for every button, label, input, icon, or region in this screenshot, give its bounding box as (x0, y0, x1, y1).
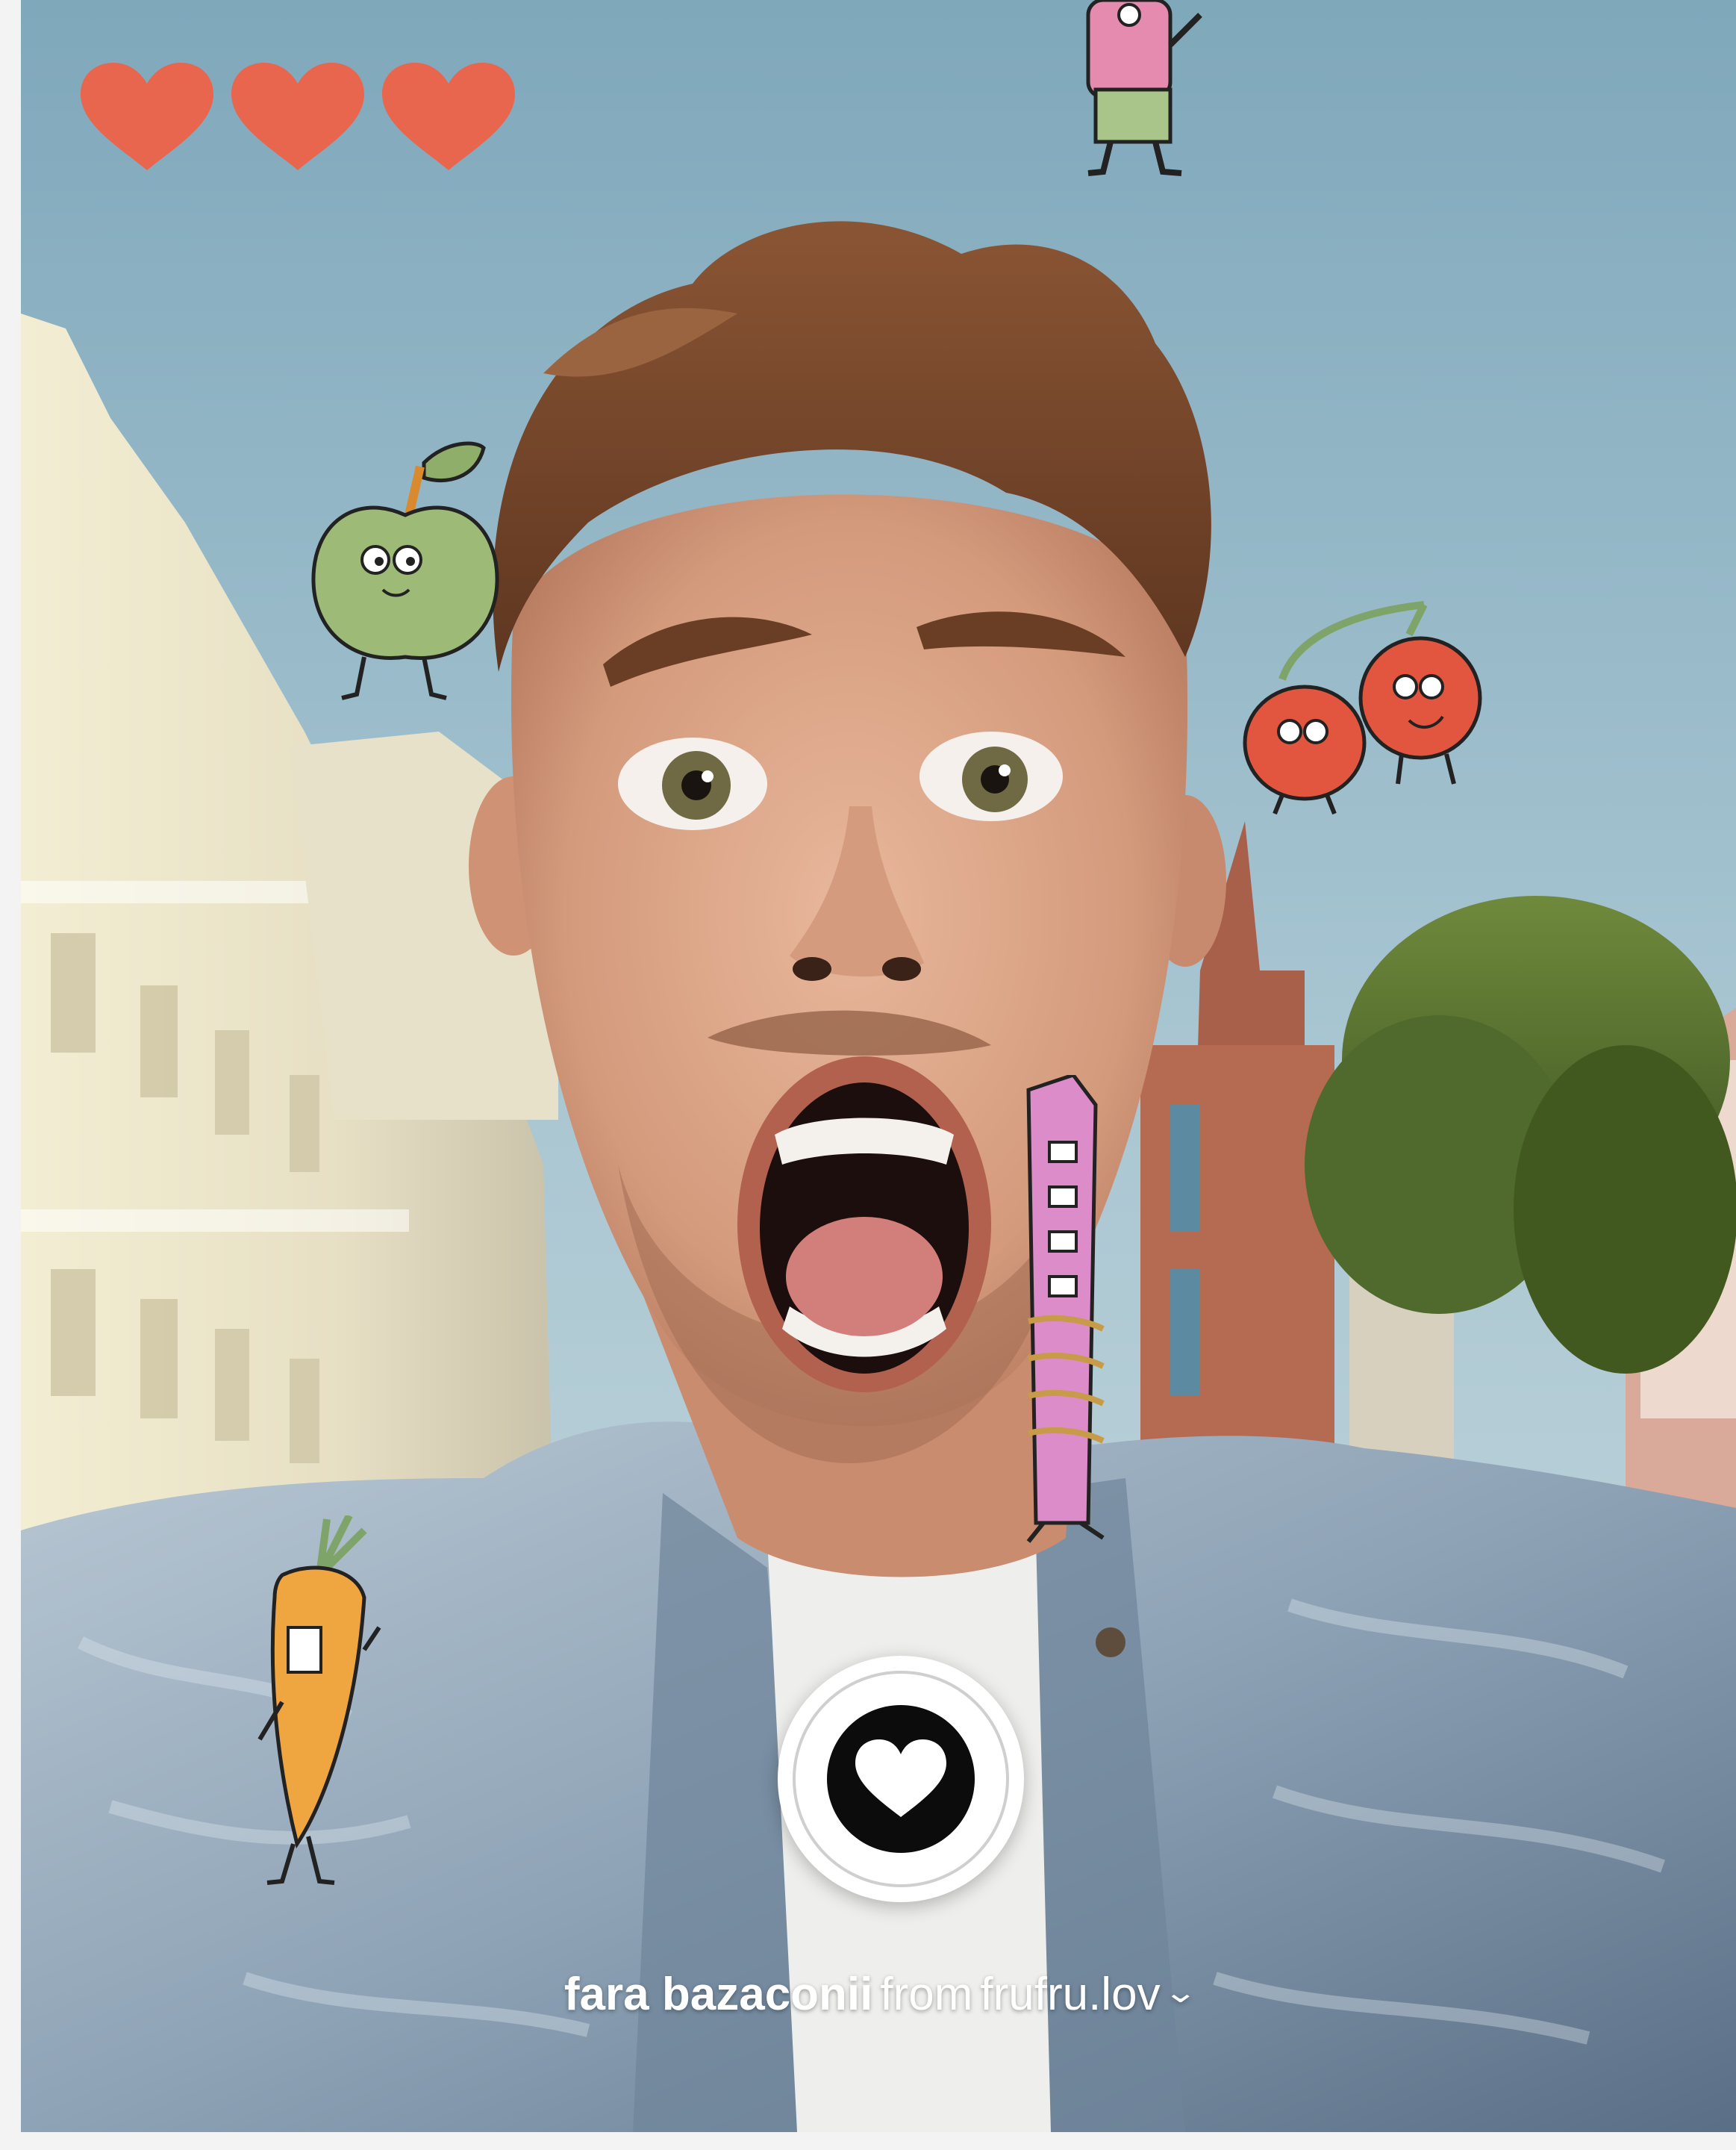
tower-creature-icon (1026, 1075, 1105, 1543)
creature-icon (1086, 0, 1202, 176)
effect-attribution[interactable]: fara bazaconii from frufru.lov⌄ (21, 1968, 1736, 2021)
frame-border-left (0, 0, 21, 2150)
tomatoes-icon (1243, 601, 1482, 815)
heart-icon (231, 63, 364, 170)
heart-icon (81, 63, 213, 170)
capture-button-core (827, 1705, 975, 1853)
ar-filter-screen: fara bazaconii from frufru.lov⌄ (0, 0, 1736, 2150)
apple-icon (311, 441, 499, 700)
attribution-from-label: from (880, 1969, 973, 2020)
lives-indicator (78, 61, 518, 173)
effect-name[interactable]: fara bazaconii (564, 1969, 872, 2020)
heart-icon (855, 1739, 946, 1817)
camera-view: fara bazaconii from frufru.lov⌄ (21, 0, 1736, 2132)
carrot-icon (257, 1515, 381, 1885)
heart-icon (382, 63, 515, 170)
like-capture-button[interactable] (778, 1656, 1024, 1902)
creator-account-link[interactable]: frufru.lov (980, 1969, 1160, 2020)
chevron-down-icon[interactable]: ⌄ (1163, 1975, 1198, 2010)
frame-border-bottom (0, 2132, 1736, 2150)
